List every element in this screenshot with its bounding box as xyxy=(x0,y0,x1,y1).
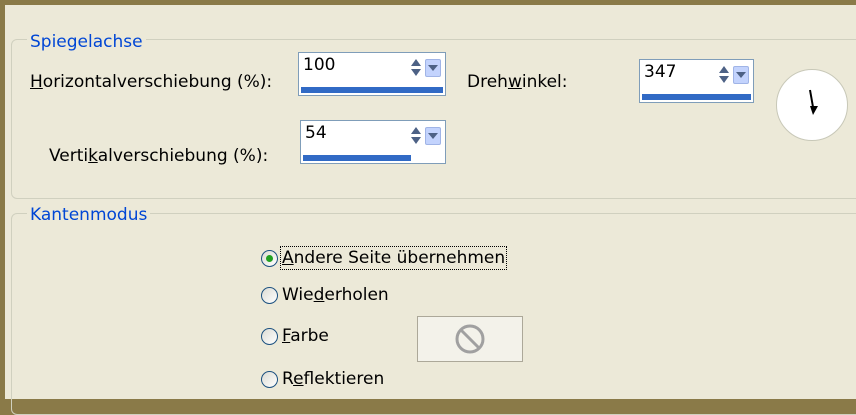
radio-label[interactable]: Reflektieren xyxy=(282,369,384,389)
chevron-down-icon[interactable] xyxy=(425,59,441,77)
radio-label[interactable]: Farbe xyxy=(282,326,329,346)
radio-button[interactable] xyxy=(261,370,278,388)
radio-label[interactable]: Andere Seite übernehmen xyxy=(279,246,508,270)
dialog-panel: Spiegelachse Horizontalverschiebung (%):… xyxy=(5,5,856,415)
horizontal-shift-bar[interactable] xyxy=(301,87,443,93)
horizontal-shift-spinner[interactable]: 100 xyxy=(298,52,446,96)
radio-reflect[interactable]: Reflektieren xyxy=(261,369,384,389)
radio-label[interactable]: Wiederholen xyxy=(282,285,389,305)
vertical-shift-value[interactable]: 54 xyxy=(305,122,327,144)
horizontal-shift-value[interactable]: 100 xyxy=(303,54,335,76)
up-down-arrow-icon[interactable] xyxy=(409,59,423,77)
chevron-down-icon[interactable] xyxy=(733,66,749,84)
vertical-shift-bar[interactable] xyxy=(303,155,411,161)
dial-pointer-icon[interactable] xyxy=(777,70,847,140)
radio-button[interactable] xyxy=(261,286,278,304)
radio-color[interactable]: Farbe xyxy=(261,326,329,346)
rotation-bar[interactable] xyxy=(642,94,751,100)
up-down-arrow-icon[interactable] xyxy=(409,127,423,145)
color-swatch-button[interactable] xyxy=(417,316,523,362)
group-title-edge-mode: Kantenmodus xyxy=(27,205,151,225)
up-down-arrow-icon[interactable] xyxy=(717,66,731,84)
rotation-label: Drehwinkel: xyxy=(467,72,568,92)
rotation-dial[interactable] xyxy=(776,69,848,141)
radio-button[interactable] xyxy=(261,249,278,267)
chevron-down-icon[interactable] xyxy=(425,127,441,145)
vertical-shift-spinner[interactable]: 54 xyxy=(300,120,446,164)
horizontal-shift-label: Horizontalverschiebung (%): xyxy=(30,72,273,92)
prohibited-icon xyxy=(455,324,485,354)
rotation-value[interactable]: 347 xyxy=(644,61,676,83)
radio-button[interactable] xyxy=(261,327,278,345)
radio-repeat[interactable]: Wiederholen xyxy=(261,285,389,305)
vertical-shift-label: Vertikalverschiebung (%): xyxy=(49,146,269,166)
group-title-mirror-axis: Spiegelachse xyxy=(27,32,146,52)
rotation-spinner[interactable]: 347 xyxy=(639,59,754,103)
group-edge-mode xyxy=(11,213,856,415)
radio-other-side[interactable]: Andere Seite übernehmen xyxy=(261,246,508,270)
